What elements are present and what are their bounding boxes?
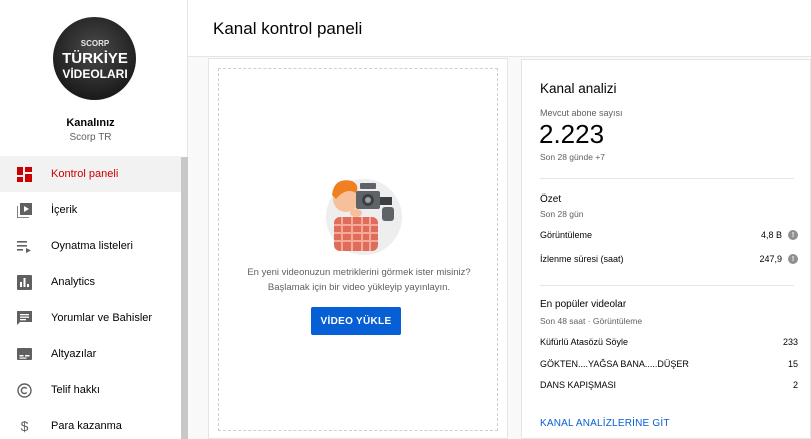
sidebar-item-label: İçerik xyxy=(51,204,78,216)
comment-icon xyxy=(17,310,32,326)
sidebar-item-label: Telif hakkı xyxy=(51,384,100,396)
channel-subtitle: Scorp TR xyxy=(69,132,112,143)
popular-video-row[interactable]: DANS KAPIŞMASI 2 xyxy=(540,380,798,390)
upload-video-button[interactable]: VİDEO YÜKLE xyxy=(311,307,401,335)
playlist-icon xyxy=(17,239,32,254)
page-title: Kanal kontrol paneli xyxy=(213,19,363,38)
camera-person-illustration xyxy=(326,179,402,255)
row-label: İzlenme süresi (saat) xyxy=(540,254,624,264)
sidebar-nav: Kontrol paneli İçerik Oynatma listeleri … xyxy=(0,156,181,439)
go-to-analytics-link[interactable]: KANAL ANALİZLERİNE GİT xyxy=(540,418,670,429)
sidebar-item-dashboard[interactable]: Kontrol paneli xyxy=(0,156,181,192)
delta-value: +7 xyxy=(595,152,606,162)
row-value: 4,8 B xyxy=(760,230,782,240)
info-icon[interactable]: ! xyxy=(788,254,798,264)
video-title: DANS KAPIŞMASI xyxy=(540,380,617,390)
sidebar-item-comments[interactable]: Yorumlar ve Bahisler xyxy=(0,300,181,336)
sidebar-item-label: Para kazanma xyxy=(51,420,122,432)
copyright-icon xyxy=(17,382,32,398)
row-value: 247,9 xyxy=(759,254,782,264)
channel-analytics-card: Kanal analizi Mevcut abone sayısı 2.223 … xyxy=(521,59,811,439)
summary-row-watch-time: İzlenme süresi (saat) 247,9! xyxy=(540,254,798,264)
channel-title: Kanalınız xyxy=(66,117,115,129)
sidebar-item-label: Analytics xyxy=(51,276,96,288)
delta-period: Son 28 günde xyxy=(540,152,593,162)
summary-period: Son 28 gün xyxy=(540,209,584,219)
analytics-title: Kanal analizi xyxy=(540,81,617,96)
upload-dropzone: En yeni videonuzun metriklerini görmek i… xyxy=(218,68,498,431)
upload-prompt: En yeni videonuzun metriklerini görmek i… xyxy=(219,265,499,295)
sidebar-item-subtitles[interactable]: Altyazılar xyxy=(0,336,181,372)
popular-video-row[interactable]: GÖKTEN....YAĞSA BANA.....DÜŞER 15 xyxy=(540,359,798,369)
info-icon[interactable]: ! xyxy=(788,230,798,240)
sidebar-item-label: Kontrol paneli xyxy=(51,168,119,180)
subscribers-delta: Son 28 günde +7 xyxy=(540,152,605,162)
sidebar-item-copyright[interactable]: Telif hakkı xyxy=(0,372,181,408)
popular-videos-title: En popüler videolar xyxy=(540,299,627,310)
page-header: Kanal kontrol paneli xyxy=(188,0,811,57)
subtitles-icon xyxy=(17,347,32,362)
video-views: 233 xyxy=(782,337,798,347)
video-views: 2 xyxy=(792,380,798,390)
svg-text:SCORP: SCORP xyxy=(81,39,110,48)
row-label: Görüntüleme xyxy=(540,230,593,240)
video-library-icon xyxy=(17,202,32,218)
subscribers-label: Mevcut abone sayısı xyxy=(540,108,623,118)
sidebar-item-label: Altyazılar xyxy=(51,348,97,360)
sidebar-item-label: Yorumlar ve Bahisler xyxy=(51,312,153,324)
video-title: GÖKTEN....YAĞSA BANA.....DÜŞER xyxy=(540,359,689,369)
svg-text:VİDEOLARI: VİDEOLARI xyxy=(62,66,127,81)
channel-logo: SCORP TÜRKİYE VİDEOLARI xyxy=(62,39,128,81)
sidebar: SCORP TÜRKİYE VİDEOLARI Kanalınız Scorp … xyxy=(0,0,188,439)
subscribers-count: 2.223 xyxy=(539,119,605,149)
sidebar-item-monetization[interactable]: $ Para kazanma xyxy=(0,408,181,439)
upload-prompt-line: Başlamak için bir video yükleyip yayınla… xyxy=(267,282,451,293)
channel-avatar[interactable]: SCORP TÜRKİYE VİDEOLARI xyxy=(53,17,136,100)
dollar-icon: $ xyxy=(20,418,29,434)
sidebar-item-label: Oynatma listeleri xyxy=(51,240,133,252)
upload-card: En yeni videonuzun metriklerini görmek i… xyxy=(208,58,508,439)
sidebar-scrollbar[interactable] xyxy=(181,157,188,439)
summary-title: Özet xyxy=(540,194,562,205)
divider xyxy=(540,178,794,179)
popular-videos-period: Son 48 saat · Görüntüleme xyxy=(540,316,643,326)
video-title: Küfürlü Atasözü Söyle xyxy=(540,337,629,347)
sidebar-item-content[interactable]: İçerik xyxy=(0,192,181,228)
sidebar-item-playlists[interactable]: Oynatma listeleri xyxy=(0,228,181,264)
divider xyxy=(540,285,794,286)
video-views: 15 xyxy=(787,359,798,369)
bar-chart-icon xyxy=(17,274,32,290)
svg-text:TÜRKİYE: TÜRKİYE xyxy=(62,50,128,67)
sidebar-item-analytics[interactable]: Analytics xyxy=(0,264,181,300)
dashboard-icon xyxy=(17,166,32,182)
upload-prompt-line: En yeni videonuzun metriklerini görmek i… xyxy=(247,267,471,278)
popular-video-row[interactable]: Küfürlü Atasözü Söyle 233 xyxy=(540,337,798,347)
summary-row-views: Görüntüleme 4,8 B! xyxy=(540,230,798,240)
